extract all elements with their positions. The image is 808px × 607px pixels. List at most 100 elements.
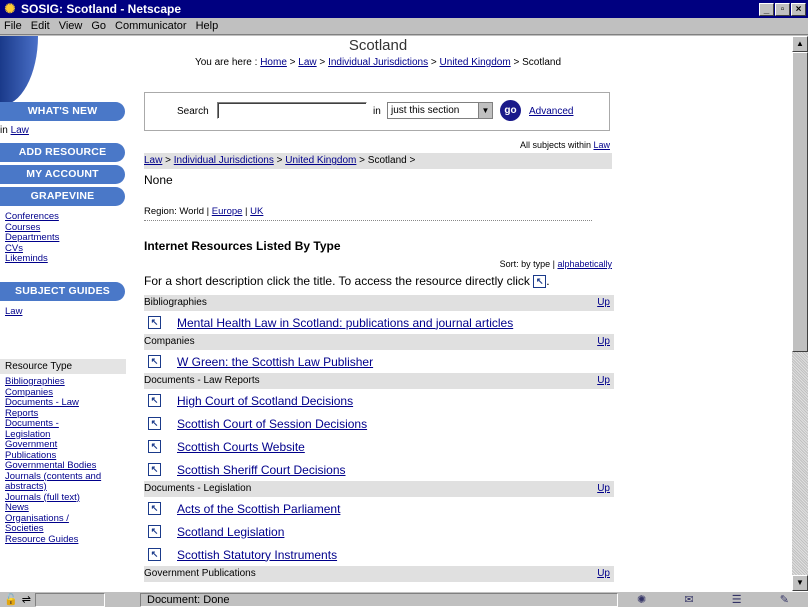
add-resource-button[interactable]: ADD RESOURCE (0, 143, 125, 162)
up-link[interactable]: Up (597, 373, 610, 389)
page-title: Scotland (348, 37, 408, 54)
crumb-law[interactable]: Law (298, 57, 316, 68)
crumb-individual-jurisdictions[interactable]: Individual Jurisdictions (328, 57, 428, 68)
external-link-icon[interactable]: ↖ (148, 502, 161, 515)
crumb-sep: > (356, 155, 368, 166)
region-uk-link[interactable]: UK (250, 206, 263, 217)
resource-title-link[interactable]: Scottish Sheriff Court Decisions (177, 463, 346, 477)
window-controls: _ ▫ × (758, 2, 806, 16)
subject-guides-button[interactable]: SUBJECT GUIDES (0, 282, 125, 301)
composer-icon[interactable]: ✎ (780, 593, 789, 606)
menu-view[interactable]: View (59, 20, 83, 32)
region-filter: Region: World | Europe | UK (144, 206, 263, 217)
all-subjects-law-link[interactable]: Law (593, 140, 610, 150)
minimize-button[interactable]: _ (759, 2, 774, 16)
browse-crumb-individual-jurisdictions[interactable]: Individual Jurisdictions (174, 155, 274, 166)
subcategories-none: None (144, 173, 173, 187)
external-link-icon[interactable]: ↖ (148, 463, 161, 476)
you-are-here-breadcrumb: You are here : Home > Law > Individual J… (140, 56, 616, 70)
list-item: ↖ Scottish Statutory Instruments (144, 543, 614, 566)
rt-link[interactable]: Documents - (5, 418, 101, 430)
browser-viewport: WHAT'S NEW in Law ADD RESOURCE MY ACCOUN… (0, 36, 792, 591)
resource-title-link[interactable]: Scottish Courts Website (177, 440, 305, 454)
menu-go[interactable]: Go (91, 20, 106, 32)
category-name: Companies (144, 336, 195, 347)
connection-icon: ⇌ (21, 594, 31, 606)
resource-title-link[interactable]: Scottish Court of Session Decisions (177, 417, 367, 431)
crumb-home[interactable]: Home (260, 57, 287, 68)
link-departments[interactable]: Departments (5, 232, 59, 244)
link-subject-law[interactable]: Law (5, 306, 22, 318)
progress-field (34, 592, 105, 607)
maximize-button[interactable]: ▫ (775, 2, 790, 16)
resource-title-link[interactable]: High Court of Scotland Decisions (177, 394, 353, 408)
resource-listing: Bibliographies Up ↖ Mental Health Law in… (144, 295, 614, 582)
sort-alphabetically-link[interactable]: alphabetically (557, 259, 612, 269)
up-link[interactable]: Up (597, 295, 610, 311)
scroll-down-icon[interactable]: ▼ (792, 575, 808, 591)
rt-link[interactable]: News (5, 502, 101, 514)
search-input[interactable] (217, 102, 367, 119)
chevron-down-icon[interactable]: ▼ (478, 103, 492, 118)
category-header: Documents - Legislation Up (144, 481, 614, 497)
subject-guide-links: Law (5, 306, 22, 318)
advanced-search-link[interactable]: Advanced (529, 106, 573, 117)
list-item: ↖ Scotland Legislation (144, 520, 614, 543)
menu-edit[interactable]: Edit (31, 20, 50, 32)
rt-link[interactable]: Governmental Bodies (5, 460, 101, 472)
whats-new-button[interactable]: WHAT'S NEW (0, 102, 125, 121)
crumb-united-kingdom[interactable]: United Kingdom (440, 57, 511, 68)
category-header: Government Publications Up (144, 566, 614, 582)
scroll-up-icon[interactable]: ▲ (792, 36, 808, 52)
discussion-icon[interactable]: ☰ (732, 593, 742, 606)
external-link-icon[interactable]: ↖ (148, 548, 161, 561)
resource-title-link[interactable]: W Green: the Scottish Law Publisher (177, 355, 373, 369)
rt-link[interactable]: Government (5, 439, 101, 451)
up-link[interactable]: Up (597, 334, 610, 350)
external-link-icon[interactable]: ↖ (148, 417, 161, 430)
up-link[interactable]: Up (597, 566, 610, 582)
browse-crumb-law[interactable]: Law (144, 155, 162, 166)
vertical-scrollbar[interactable]: ▲ ▼ (792, 36, 808, 591)
search-panel: Search in just this section ▼ go Advance… (144, 92, 610, 131)
rt-link[interactable]: Documents - Law (5, 397, 101, 409)
grapevine-button[interactable]: GRAPEVINE (0, 187, 125, 206)
external-link-icon[interactable]: ↖ (148, 440, 161, 453)
external-link-icon[interactable]: ↖ (148, 394, 161, 407)
mail-icon[interactable]: ✉ (684, 593, 693, 606)
search-in-label: in (373, 106, 381, 117)
scroll-thumb[interactable] (792, 52, 808, 352)
netscape-icon: ✺ (4, 1, 16, 16)
up-link[interactable]: Up (597, 481, 610, 497)
security-lock-icon[interactable]: 🔓 (4, 593, 18, 606)
external-link-icon[interactable]: ↖ (148, 355, 161, 368)
menu-file[interactable]: File (4, 20, 22, 32)
rt-link[interactable]: Bibliographies (5, 376, 101, 388)
search-scope-select[interactable]: just this section ▼ (387, 102, 493, 119)
menu-help[interactable]: Help (196, 20, 219, 32)
go-button[interactable]: go (500, 100, 521, 121)
my-account-button[interactable]: MY ACCOUNT (0, 165, 125, 184)
navigator-icon[interactable]: ✺ (637, 593, 646, 606)
rt-link[interactable]: abstracts) (5, 481, 101, 493)
rt-link[interactable]: Resource Guides (5, 534, 101, 546)
link-likeminds[interactable]: Likeminds (5, 253, 59, 265)
browse-crumb-united-kingdom[interactable]: United Kingdom (285, 155, 356, 166)
external-link-icon[interactable]: ↖ (148, 525, 161, 538)
rt-link[interactable]: Societies (5, 523, 101, 535)
external-link-icon[interactable]: ↖ (148, 316, 161, 329)
resource-title-link[interactable]: Mental Health Law in Scotland: publicati… (177, 316, 513, 330)
crumb-sep: > (428, 57, 440, 68)
resource-title-link[interactable]: Acts of the Scottish Parliament (177, 502, 340, 516)
instruction-end: . (546, 274, 550, 288)
left-navigation: WHAT'S NEW in Law ADD RESOURCE MY ACCOUN… (0, 36, 135, 591)
resource-title-link[interactable]: Scottish Statutory Instruments (177, 548, 337, 562)
link-conferences[interactable]: Conferences (5, 211, 59, 223)
whats-new-law-link[interactable]: Law (11, 125, 29, 136)
close-button[interactable]: × (791, 2, 806, 16)
menu-bar: File Edit View Go Communicator Help (0, 18, 808, 35)
menu-communicator[interactable]: Communicator (115, 20, 187, 32)
resource-title-link[interactable]: Scotland Legislation (177, 525, 284, 539)
region-europe-link[interactable]: Europe (212, 206, 243, 217)
crumb-sep: > (162, 155, 174, 166)
